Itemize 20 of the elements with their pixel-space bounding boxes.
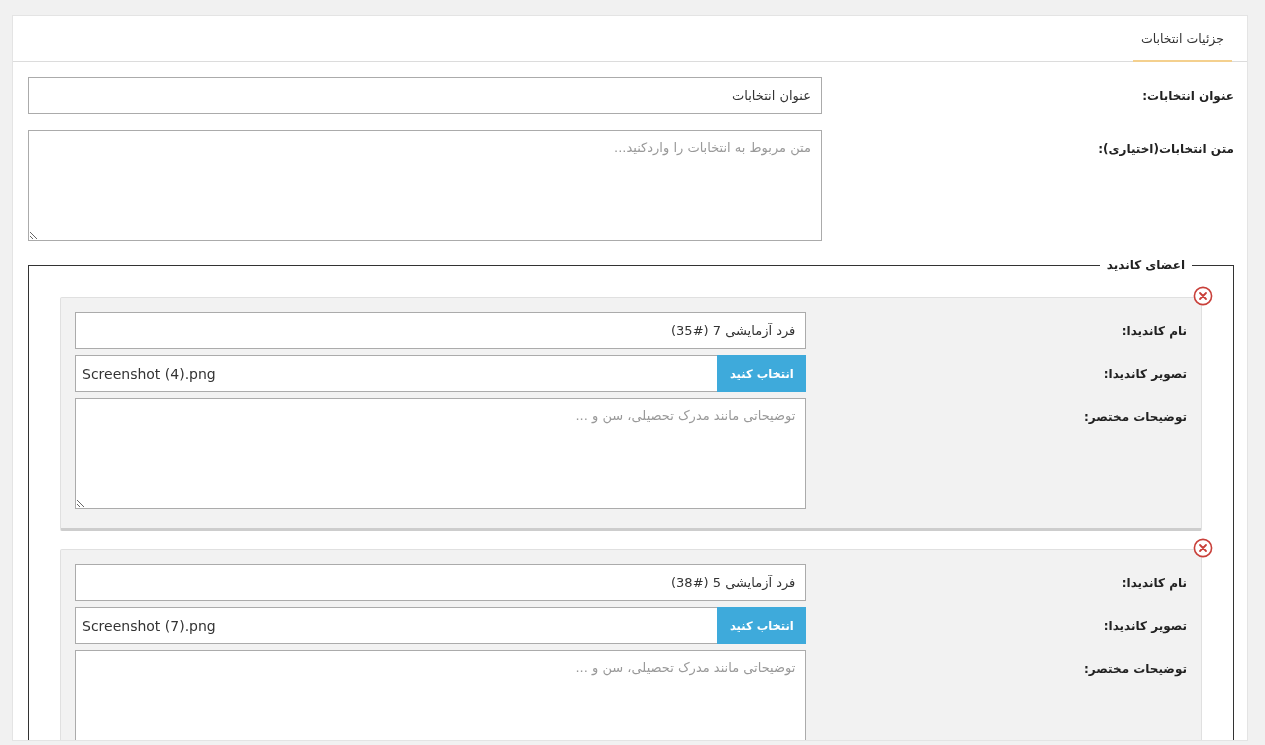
field-label: تصویر کاندیدا: [1103,618,1187,634]
field-label: عنوان انتخابات: [1142,88,1234,104]
textarea-field[interactable]: متن مربوط به انتخابات را واردکنید... [28,130,822,241]
file-name-text: Screenshot (7).png [81,617,217,634]
text-input-field[interactable]: عنوان انتخابات [28,77,822,114]
file-name-text: Screenshot (4).png [81,365,217,382]
close-icon[interactable] [1193,538,1213,558]
field-label: توضیحات مختصر: [1084,661,1187,677]
text-input-field[interactable]: فرد آزمایشی 5 (#38) [75,564,807,601]
field-label: تصویر کاندیدا: [1103,366,1187,382]
textarea-field[interactable]: توضیحاتی مانند مدرک تحصیلی، سن و ... [75,398,807,509]
field-label: متن انتخابات(اختیاری): [1098,141,1234,157]
textarea-field[interactable]: توضیحاتی مانند مدرک تحصیلی، سن و ... [75,650,807,740]
text-input-field[interactable]: فرد آزمایشی 7 (#35) [75,312,807,349]
field-label: توضیحات مختصر: [1084,409,1187,425]
group-legend: اعضای کاندید [1099,257,1192,273]
details-tab[interactable]: جزئیات انتخابات [1132,16,1232,62]
field-label: نام کاندیدا: [1121,323,1187,339]
field-label: نام کاندیدا: [1121,575,1187,591]
close-icon[interactable] [1193,286,1213,306]
